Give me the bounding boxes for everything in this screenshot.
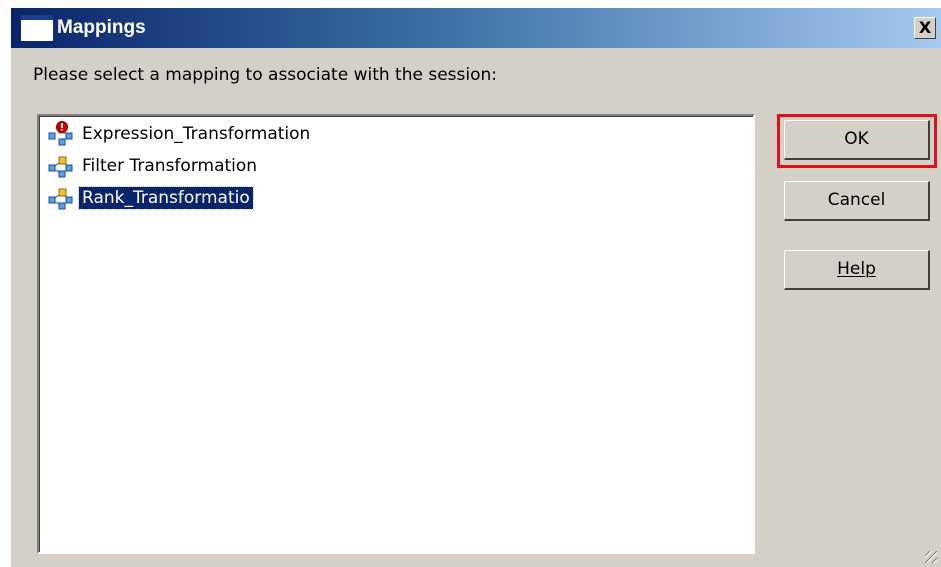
mappings-dialog: Mappings X Please select a mapping to as… bbox=[10, 8, 941, 567]
list-item-label: Expression_Transformation bbox=[82, 124, 311, 144]
instruction-text: Please select a mapping to associate wit… bbox=[33, 65, 498, 85]
close-icon: X bbox=[918, 18, 932, 37]
mapping-icon bbox=[47, 153, 73, 179]
window-icon bbox=[21, 15, 53, 41]
list-item-label: Rank_Transformatio bbox=[78, 186, 254, 210]
help-button-label: Help bbox=[837, 259, 876, 279]
mapping-invalid-icon bbox=[47, 121, 73, 147]
window-title: Mappings bbox=[57, 17, 146, 38]
list-item-rank-transformation[interactable]: Rank_Transformatio bbox=[47, 184, 254, 212]
list-item-filter-transformation[interactable]: Filter Transformation bbox=[47, 152, 260, 180]
help-button[interactable]: Help bbox=[784, 250, 930, 290]
close-button[interactable]: X bbox=[914, 17, 936, 39]
resize-grip[interactable] bbox=[925, 551, 937, 563]
mapping-icon bbox=[47, 185, 73, 211]
title-bar[interactable]: Mappings X bbox=[11, 8, 941, 48]
list-item-expression-transformation[interactable]: Expression_Transformation bbox=[47, 120, 313, 148]
ok-button[interactable]: OK bbox=[784, 120, 930, 160]
list-item-label: Filter Transformation bbox=[82, 156, 258, 176]
mappings-list[interactable]: Expression_Transformation Filter Transfo… bbox=[37, 114, 755, 554]
cancel-button[interactable]: Cancel bbox=[784, 181, 930, 221]
